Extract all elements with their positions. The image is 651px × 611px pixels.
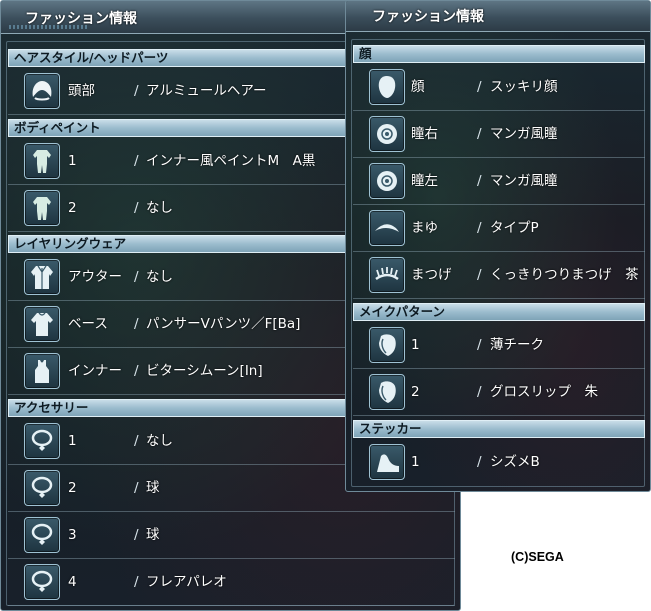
separator: /	[477, 126, 482, 142]
slot-label: 1	[411, 337, 420, 353]
slot-label: 3	[68, 527, 77, 543]
eye-icon	[369, 116, 405, 152]
section-header-label: アクセサリー	[14, 400, 89, 415]
slot-label: 瞳右	[411, 126, 438, 142]
slot-value: タイプP	[490, 220, 539, 236]
slot-value: アルミュールヘアー	[146, 83, 267, 99]
list-item[interactable]: 瞳左 / マンガ風瞳	[353, 158, 645, 205]
slot-label: インナー	[68, 363, 122, 379]
hair-icon	[24, 73, 60, 109]
list-item[interactable]: 1 / 薄チーク	[353, 322, 645, 369]
section-header-label: レイヤリングウェア	[14, 236, 127, 251]
tank-top-icon	[24, 353, 60, 389]
list-item[interactable]: 4 / フレアパレオ	[8, 559, 455, 606]
list-item[interactable]: 瞳右 / マンガ風瞳	[353, 111, 645, 158]
eyebrow-icon	[369, 210, 405, 246]
title-decoration	[9, 25, 89, 29]
necklace-icon	[24, 423, 60, 459]
list-item[interactable]: 顔 / スッキリ顔	[353, 64, 645, 111]
separator: /	[477, 173, 482, 189]
separator: /	[134, 574, 139, 590]
body-suit-icon	[24, 143, 60, 179]
slot-value: 球	[146, 527, 160, 543]
section-header-makeup: メイクパターン	[353, 303, 645, 321]
separator: /	[477, 454, 482, 470]
face-icon	[369, 69, 405, 105]
separator: /	[134, 200, 139, 216]
titlebar: ファッション情報	[346, 1, 650, 32]
separator: /	[134, 480, 139, 496]
separator: /	[134, 153, 139, 169]
slot-value: なし	[146, 269, 173, 285]
slot-value: くっきりつりまつげ 茶	[490, 267, 639, 283]
eyelash-icon	[369, 257, 405, 293]
separator: /	[134, 433, 139, 449]
list-item[interactable]: 2 / グロスリップ 朱	[353, 369, 645, 416]
necklace-icon	[24, 517, 60, 553]
slot-value: パンサーVパンツ／F[Ba]	[146, 316, 301, 332]
section-header-label: ボディペイント	[14, 120, 101, 135]
slot-value: インナー風ペイントM A黒	[146, 153, 316, 169]
eye-icon	[369, 163, 405, 199]
slot-label: 4	[68, 574, 77, 590]
fashion-info-panel-right: ファッション情報 顔 顔 / スッキリ顔 瞳右 / マンガ風瞳 瞳左 / マンガ…	[345, 0, 651, 492]
slot-value: なし	[146, 433, 173, 449]
slot-value: ビターシムーン[In]	[146, 363, 263, 379]
slot-value: なし	[146, 200, 173, 216]
list-item[interactable]: 1 / シズメB	[353, 439, 645, 486]
list-item[interactable]: まつげ / くっきりつりまつげ 茶	[353, 252, 645, 299]
section-header-sticker: ステッカー	[353, 420, 645, 438]
slot-label: 頭部	[68, 83, 95, 99]
slot-value: グロスリップ 朱	[490, 384, 598, 400]
necklace-icon	[24, 470, 60, 506]
copyright-text: (C)SEGA	[511, 550, 564, 564]
makeup-face-icon	[369, 327, 405, 363]
separator: /	[134, 527, 139, 543]
separator: /	[477, 220, 482, 236]
slot-label: 瞳左	[411, 173, 438, 189]
separator: /	[134, 83, 139, 99]
slot-label: 2	[411, 384, 420, 400]
section-header-label: ステッカー	[359, 421, 422, 436]
slot-label: まゆ	[411, 220, 438, 236]
section-header-label: 顔	[359, 46, 372, 61]
necklace-icon	[24, 564, 60, 600]
slot-label: アウター	[68, 269, 122, 285]
slot-label: 2	[68, 480, 77, 496]
slot-label: 1	[411, 454, 420, 470]
slot-label: 顔	[411, 79, 425, 95]
jacket-icon	[24, 259, 60, 295]
separator: /	[134, 269, 139, 285]
section-header-face: 顔	[353, 45, 645, 63]
slot-value: マンガ風瞳	[490, 126, 558, 142]
list-item[interactable]: まゆ / タイプP	[353, 205, 645, 252]
slot-value: マンガ風瞳	[490, 173, 558, 189]
panel-title: ファッション情報	[372, 9, 484, 25]
slot-value: 球	[146, 480, 160, 496]
slot-value: 薄チーク	[490, 337, 544, 353]
list-item[interactable]: 3 / 球	[8, 512, 455, 559]
shirt-icon	[24, 306, 60, 342]
slot-value: フレアパレオ	[146, 574, 227, 590]
separator: /	[134, 316, 139, 332]
slot-label: ベース	[68, 316, 108, 332]
separator: /	[477, 267, 482, 283]
sticker-icon	[369, 444, 405, 480]
separator: /	[134, 363, 139, 379]
slot-label: まつげ	[411, 267, 452, 283]
slot-label: 1	[68, 433, 77, 449]
slot-label: 1	[68, 153, 77, 169]
slot-value: シズメB	[490, 454, 540, 470]
separator: /	[477, 384, 482, 400]
slot-label: 2	[68, 200, 77, 216]
makeup-face-icon	[369, 374, 405, 410]
section-header-label: メイクパターン	[359, 304, 446, 319]
separator: /	[477, 79, 482, 95]
section-header-label: ヘアスタイル/ヘッドパーツ	[14, 50, 169, 65]
separator: /	[477, 337, 482, 353]
slot-value: スッキリ顔	[490, 79, 558, 95]
body-suit-icon	[24, 190, 60, 226]
